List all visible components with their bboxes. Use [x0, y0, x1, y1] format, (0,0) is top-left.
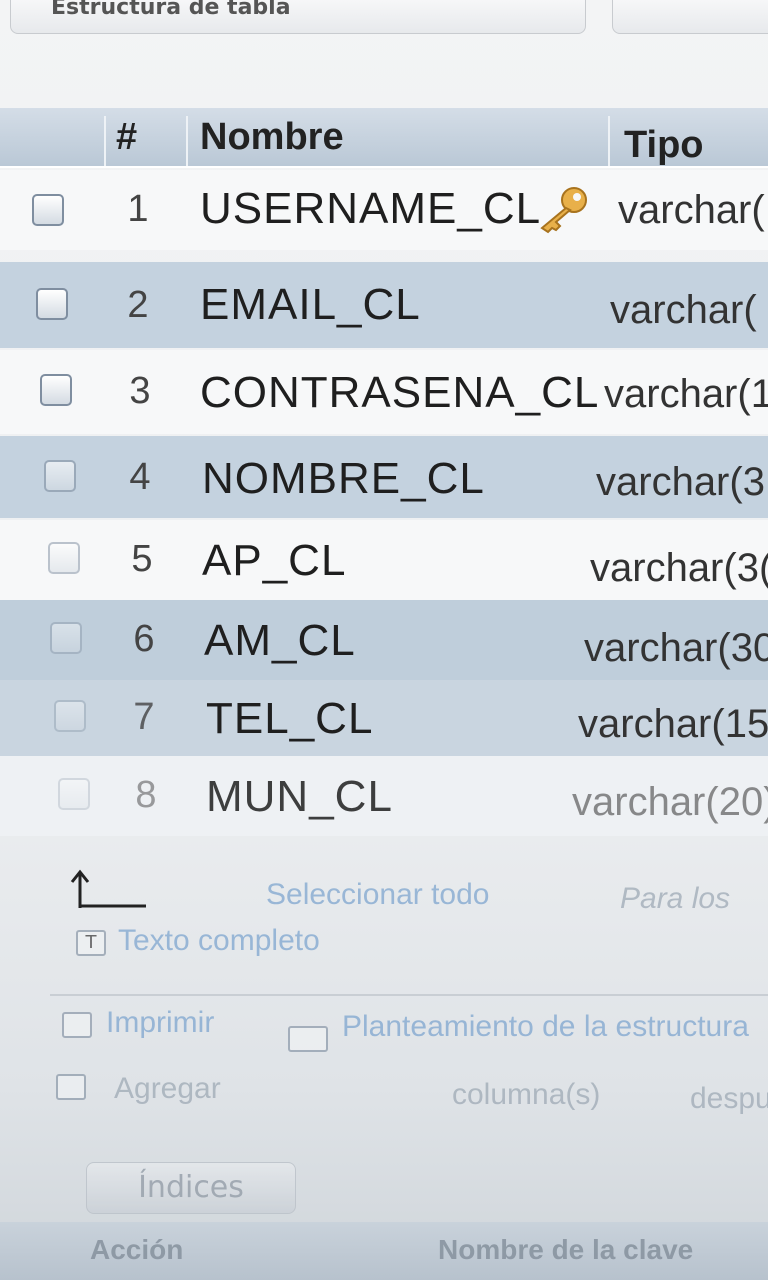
- row-number: 7: [133, 696, 155, 738]
- footer-key-name: Nombre de la clave: [438, 1234, 694, 1265]
- table-row: 1 USERNAME_CL varchar(: [0, 170, 768, 250]
- tab-table-structure-label: Estructura de tabla: [51, 0, 291, 20]
- column-name[interactable]: EMAIL_CL: [200, 280, 421, 330]
- table-row: 4 NOMBRE_CL varchar(3: [0, 436, 768, 518]
- column-name[interactable]: AM_CL: [204, 616, 356, 666]
- row-number: 1: [127, 188, 149, 230]
- row-checkbox[interactable]: [50, 622, 82, 654]
- primary-key-icon: [540, 187, 587, 234]
- structure-plan-link[interactable]: Planteamiento de la estructura: [342, 1010, 749, 1044]
- tab-table-structure[interactable]: Estructura de tabla: [10, 0, 586, 34]
- column-type: varchar(15: [578, 702, 768, 746]
- table-row: 5 AP_CL varchar(3(: [0, 520, 768, 600]
- table-row: 7 TEL_CL varchar(15: [0, 680, 768, 756]
- row-number: 6: [133, 618, 155, 660]
- row-checkbox[interactable]: [54, 700, 86, 732]
- table-header: # Nombre Tipo: [0, 108, 768, 168]
- indexes-button[interactable]: Índices: [86, 1162, 296, 1214]
- full-text-icon: T: [76, 930, 106, 956]
- tab-next[interactable]: [612, 0, 768, 34]
- print-icon: [62, 1012, 92, 1038]
- column-name[interactable]: MUN_CL: [206, 772, 393, 822]
- row-checkbox[interactable]: [36, 288, 68, 320]
- table-structure-page: Estructura de tabla # Nombre Tipo 1 USER…: [0, 0, 768, 1280]
- table-row: 8 MUN_CL varchar(20): [0, 756, 768, 836]
- header-separator: [186, 116, 188, 166]
- column-type: varchar(20): [572, 780, 768, 824]
- row-number: 5: [131, 538, 153, 580]
- header-type[interactable]: Tipo: [624, 116, 704, 174]
- row-number: 8: [135, 774, 157, 816]
- select-all-link[interactable]: Seleccionar todo: [266, 878, 489, 912]
- add-label: Agregar: [114, 1072, 221, 1105]
- column-name[interactable]: NOMBRE_CL: [202, 454, 485, 504]
- select-arrow-icon: [70, 869, 146, 908]
- row-number: 4: [129, 456, 151, 498]
- print-link[interactable]: Imprimir: [106, 1006, 214, 1040]
- column-type: varchar(3: [596, 460, 765, 504]
- column-type: varchar(3(: [590, 546, 768, 590]
- column-name[interactable]: USERNAME_CL: [200, 184, 541, 234]
- table-row: 2 EMAIL_CL varchar(: [0, 262, 768, 348]
- table-row: 3 CONTRASENA_CL varchar(1: [0, 350, 768, 434]
- row-number: 3: [129, 370, 151, 412]
- column-type: varchar(1: [604, 372, 768, 416]
- header-separator: [104, 116, 106, 166]
- column-name[interactable]: TEL_CL: [206, 694, 373, 744]
- indexes-header: Acción Nombre de la clave: [0, 1222, 768, 1280]
- row-checkbox[interactable]: [32, 194, 64, 226]
- row-checkbox[interactable]: [40, 374, 72, 406]
- row-number: 2: [127, 284, 149, 326]
- column-type: varchar(: [618, 188, 765, 232]
- row-checkbox[interactable]: [48, 542, 80, 574]
- row-checkbox[interactable]: [44, 460, 76, 492]
- row-checkbox[interactable]: [58, 778, 90, 810]
- section-divider: [50, 994, 768, 996]
- add-column-icon: [56, 1074, 86, 1100]
- column-name[interactable]: AP_CL: [202, 536, 346, 586]
- header-separator: [608, 116, 610, 166]
- full-text-link[interactable]: Texto completo: [118, 924, 320, 958]
- after-label: después: [690, 1082, 768, 1115]
- for-selected-label: Para los: [620, 882, 731, 915]
- column-type: varchar(30: [584, 626, 768, 670]
- columns-label: columna(s): [452, 1078, 601, 1111]
- column-name[interactable]: CONTRASENA_CL: [200, 368, 599, 418]
- footer-action: Acción: [90, 1234, 184, 1265]
- header-number: #: [116, 116, 138, 158]
- column-type: varchar(: [610, 288, 757, 332]
- structure-plan-icon: [288, 1026, 328, 1052]
- header-name[interactable]: Nombre: [200, 108, 344, 166]
- table-row: 6 AM_CL varchar(30: [0, 600, 768, 680]
